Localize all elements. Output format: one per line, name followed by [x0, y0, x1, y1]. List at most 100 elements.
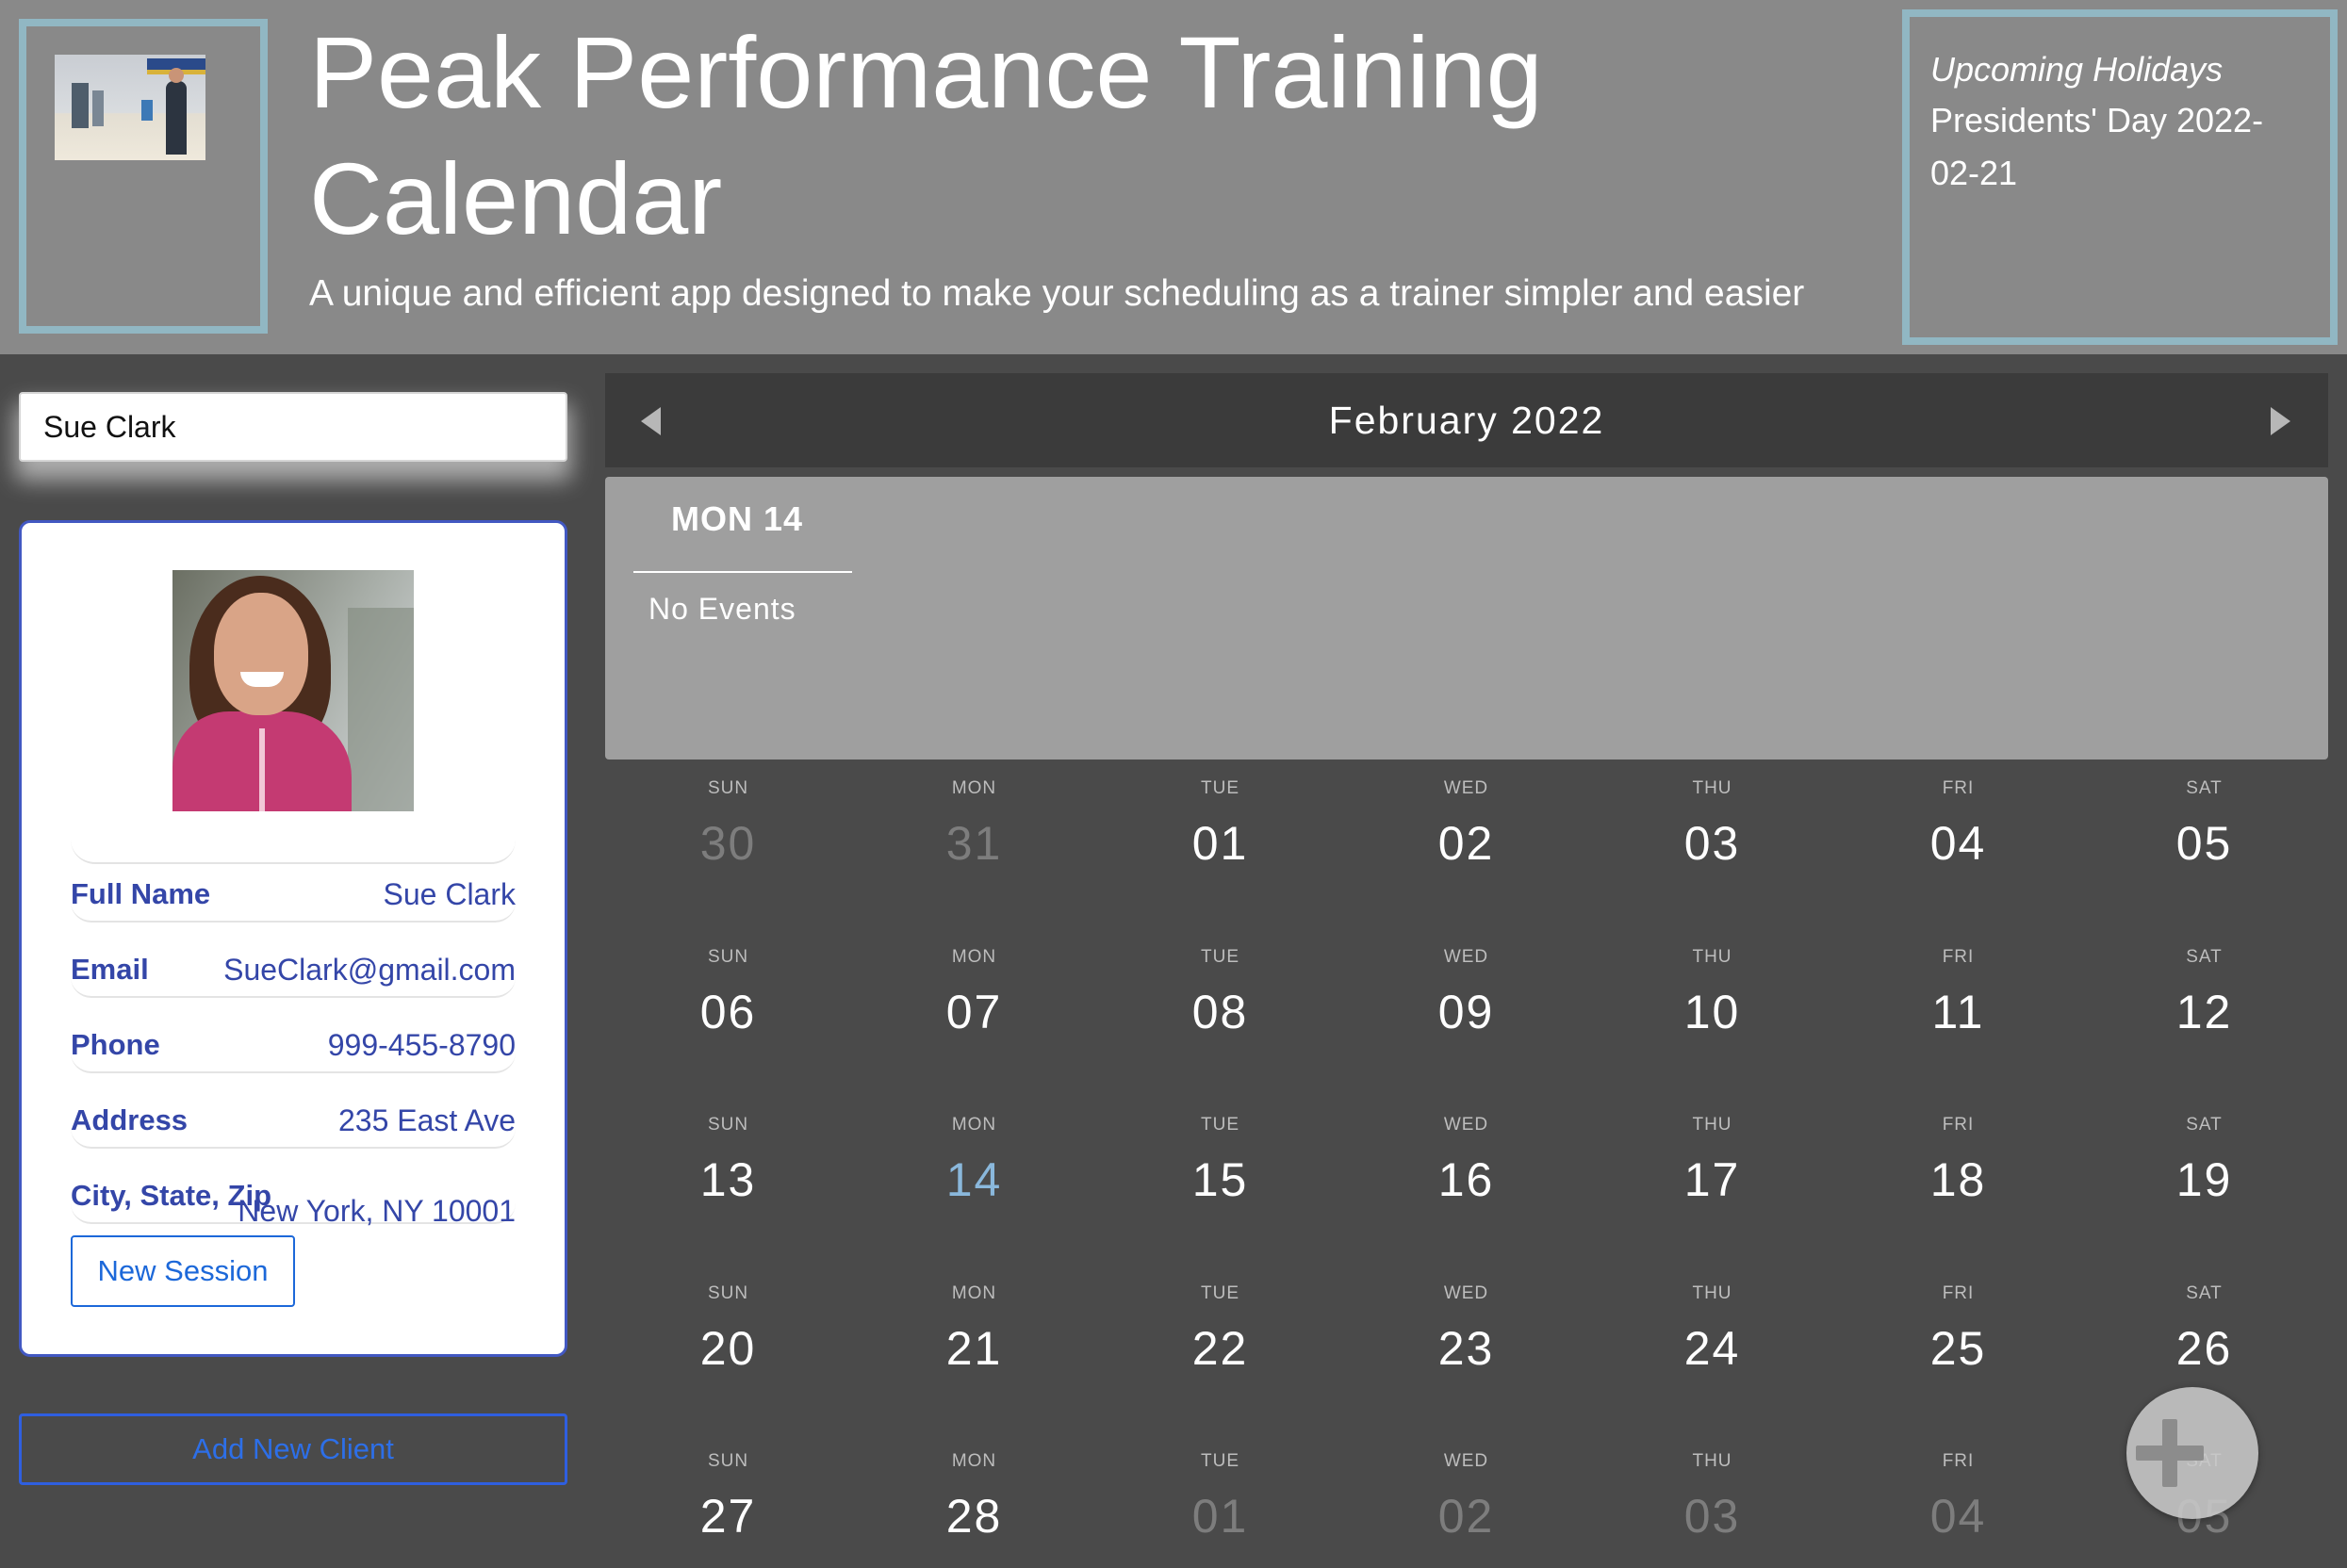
new-session-button[interactable]: New Session [71, 1235, 295, 1307]
day-number: 01 [1191, 1490, 1249, 1543]
day-number: 03 [1683, 1490, 1741, 1543]
weekday-label: THU [1692, 778, 1732, 798]
day-number: 11 [1931, 985, 1985, 1038]
day-number: 21 [945, 1321, 1003, 1375]
weekday-label: THU [1692, 946, 1732, 967]
weekday-label: MON [951, 1282, 997, 1303]
calendar-day-cell[interactable]: THU 03 [1589, 763, 1835, 931]
day-number: 22 [1191, 1321, 1249, 1375]
weekday-label: WED [1443, 778, 1489, 798]
calendar-grid: SUN 30 MON 31 TUE 01 WED 02 THU 03 FRI 04 SAT 05 SUN 06… [605, 763, 2328, 1568]
field-label: Email [71, 953, 149, 986]
weekday-label: WED [1443, 1451, 1489, 1471]
weekday-label: THU [1692, 1282, 1732, 1303]
field-value: Sue Clark [383, 877, 517, 911]
day-number: 16 [1437, 1153, 1495, 1206]
calendar-day-cell[interactable]: WED 09 [1343, 932, 1589, 1100]
month-label: February 2022 [1328, 398, 1605, 442]
calendar-day-cell[interactable]: THU 03 [1589, 1436, 1835, 1568]
field-value: New York, NY 10001 [238, 1194, 516, 1228]
calendar-day-cell[interactable]: TUE 01 [1097, 1436, 1343, 1568]
day-number: 26 [2175, 1321, 2233, 1375]
calendar-day-cell[interactable]: FRI 18 [1835, 1100, 2081, 1267]
weekday-label: SUN [707, 946, 749, 967]
calendar-day-cell[interactable]: WED 02 [1343, 1436, 1589, 1568]
calendar-day-cell[interactable]: TUE 01 [1097, 763, 1343, 931]
day-number: 04 [1929, 817, 1987, 870]
gym-logo-image [55, 55, 205, 160]
calendar-day-cell[interactable]: SUN 27 [605, 1436, 851, 1568]
caret-left-icon[interactable] [641, 407, 661, 435]
day-number: 18 [1929, 1153, 1987, 1206]
weekday-label: SUN [707, 1282, 749, 1303]
weekday-label: MON [951, 1451, 997, 1471]
calendar-day-cell[interactable]: WED 16 [1343, 1100, 1589, 1267]
holiday-item: Presidents' Day 2022-02-21 [1930, 101, 2264, 192]
weekday-label: FRI [1942, 1451, 1975, 1471]
client-search [19, 392, 567, 462]
calendar-day-cell[interactable]: FRI 11 [1835, 932, 2081, 1100]
weekday-label: SAT [2186, 1282, 2223, 1303]
day-number: 13 [699, 1153, 757, 1206]
field-phone: Phone 999-455-8790 [71, 1019, 516, 1073]
weekday-label: MON [951, 946, 997, 967]
caret-right-icon[interactable] [2271, 407, 2290, 435]
holidays-title: Upcoming Holidays [1930, 50, 2224, 89]
day-number: 06 [699, 985, 757, 1038]
calendar-day-cell[interactable]: SUN 06 [605, 932, 851, 1100]
weekday-label: TUE [1201, 778, 1239, 798]
field-label: Address [71, 1103, 189, 1136]
weekday-label: THU [1692, 1451, 1732, 1471]
logo-frame [19, 19, 268, 334]
calendar-day-cell[interactable]: FRI 25 [1835, 1268, 2081, 1436]
calendar-day-cell[interactable]: TUE 22 [1097, 1268, 1343, 1436]
calendar-day-cell[interactable]: MON 31 [851, 763, 1097, 931]
weekday-label: FRI [1942, 1115, 1975, 1135]
divider [633, 571, 852, 573]
calendar-day-cell[interactable]: SUN 30 [605, 763, 851, 931]
add-new-client-button[interactable]: Add New Client [19, 1413, 567, 1485]
calendar-day-cell[interactable]: TUE 08 [1097, 932, 1343, 1100]
calendar-day-cell[interactable]: FRI 04 [1835, 763, 2081, 931]
calendar-day-cell[interactable]: THU 24 [1589, 1268, 1835, 1436]
calendar-day-cell[interactable]: MON 21 [851, 1268, 1097, 1436]
calendar-day-cell[interactable]: THU 17 [1589, 1100, 1835, 1267]
calendar-day-cell[interactable]: SUN 13 [605, 1100, 851, 1267]
weekday-label: SAT [2186, 1115, 2223, 1135]
calendar-day-cell[interactable]: THU 10 [1589, 932, 1835, 1100]
calendar-day-cell[interactable]: SAT 12 [2081, 932, 2327, 1100]
day-number: 02 [1437, 817, 1495, 870]
weekday-label: SUN [707, 778, 749, 798]
day-number: 10 [1683, 985, 1741, 1038]
calendar-day-cell[interactable]: WED 23 [1343, 1268, 1589, 1436]
day-number: 14 [945, 1153, 1003, 1206]
calendar-day-cell[interactable]: TUE 15 [1097, 1100, 1343, 1267]
weekday-label: SAT [2186, 778, 2223, 798]
app-header: Peak Performance Training Calendar A uni… [0, 0, 2347, 354]
weekday-label: TUE [1201, 1451, 1239, 1471]
weekday-label: WED [1443, 1282, 1489, 1303]
add-event-fab[interactable] [2126, 1387, 2258, 1519]
upcoming-holidays-panel: Upcoming Holidays Presidents' Day 2022-0… [1902, 9, 2338, 345]
field-email: Email SueClark@gmail.com [71, 943, 516, 998]
avatar-frame [71, 570, 516, 864]
day-number: 15 [1191, 1153, 1249, 1206]
calendar-day-cell[interactable]: MON 28 [851, 1436, 1097, 1568]
calendar-day-cell[interactable]: SUN 20 [605, 1268, 851, 1436]
weekday-label: FRI [1942, 946, 1975, 967]
day-number: 08 [1191, 985, 1249, 1038]
calendar-day-cell[interactable]: MON 07 [851, 932, 1097, 1100]
app-subtitle: A unique and efficient app designed to m… [309, 273, 1805, 314]
day-number: 03 [1683, 817, 1741, 870]
day-number: 07 [945, 985, 1003, 1038]
calendar-day-cell[interactable]: FRI 04 [1835, 1436, 2081, 1568]
calendar-day-cell[interactable]: WED 02 [1343, 763, 1589, 931]
day-number: 12 [2175, 985, 2233, 1038]
calendar-day-cell[interactable]: MON 14 [851, 1100, 1097, 1267]
no-events-text: No Events [648, 592, 796, 626]
calendar-day-cell[interactable]: SAT 05 [2081, 763, 2327, 931]
client-card: Full Name Sue Clark Email SueClark@gmail… [19, 520, 567, 1357]
client-search-input[interactable] [21, 394, 566, 460]
day-number: 27 [699, 1490, 757, 1543]
calendar-day-cell[interactable]: SAT 19 [2081, 1100, 2327, 1267]
